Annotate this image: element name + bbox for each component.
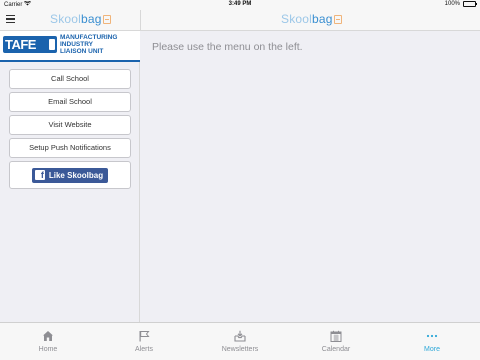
setup-push-notifications-button[interactable]: Setup Push Notifications bbox=[9, 138, 131, 158]
more-dots-icon bbox=[426, 334, 438, 338]
logo-text-bag: bag bbox=[81, 12, 102, 26]
tab-bar: Home Alerts Newsletters Calendar More bbox=[0, 322, 480, 360]
flag-icon bbox=[139, 331, 150, 342]
facebook-like-label: Like Skoolbag bbox=[48, 170, 104, 180]
sidebar: TAFE MANUFACTURING INDUSTRY LIAISON UNIT… bbox=[0, 31, 140, 322]
facebook-like-card: f Like Skoolbag bbox=[9, 161, 131, 189]
tab-alerts[interactable]: Alerts bbox=[96, 323, 192, 360]
battery-icon bbox=[463, 1, 477, 7]
skoolbag-logo-left: Skoolbag bbox=[50, 12, 111, 26]
tab-more[interactable]: More bbox=[384, 323, 480, 360]
tab-label: Home bbox=[38, 346, 58, 353]
navigation-bar: Skoolbag Skoolbag bbox=[0, 10, 480, 31]
tab-label: More bbox=[424, 346, 440, 353]
tab-label: Alerts bbox=[135, 346, 153, 353]
notebook-icon bbox=[333, 15, 342, 24]
call-school-button[interactable]: Call School bbox=[9, 69, 131, 89]
visit-website-button[interactable]: Visit Website bbox=[9, 115, 131, 135]
tafe-logo-text: TAFE bbox=[5, 37, 36, 52]
battery-percent: 100% bbox=[444, 1, 460, 7]
logo-text-bag: bag bbox=[312, 12, 333, 26]
newsletter-tray-icon bbox=[234, 330, 246, 342]
hamburger-menu-button[interactable] bbox=[6, 13, 18, 25]
tab-newsletters[interactable]: Newsletters bbox=[192, 323, 288, 360]
school-name-line: INDUSTRY bbox=[60, 41, 93, 49]
hamburger-icon-line bbox=[6, 18, 15, 20]
tab-label: Newsletters bbox=[221, 346, 259, 353]
split-divider bbox=[140, 10, 141, 31]
sidebar-menu: Call School Email School Visit Website S… bbox=[9, 69, 131, 189]
school-name-line: MANUFACTURING bbox=[60, 34, 118, 41]
skoolbag-logo-right: Skoolbag bbox=[281, 12, 342, 26]
notebook-icon bbox=[102, 15, 111, 24]
hamburger-icon bbox=[6, 14, 15, 17]
main-content: Please use the menu on the left. bbox=[141, 31, 480, 322]
clock: 3:49 PM bbox=[228, 1, 252, 7]
tab-label: Calendar bbox=[321, 346, 351, 353]
tab-calendar[interactable]: Calendar bbox=[288, 323, 384, 360]
home-icon bbox=[43, 331, 53, 341]
school-banner: TAFE MANUFACTURING INDUSTRY LIAISON UNIT bbox=[0, 31, 140, 62]
status-bar: Carrier 3:49 PM 100% bbox=[0, 0, 480, 10]
hamburger-icon-line bbox=[6, 21, 15, 24]
calendar-icon bbox=[330, 330, 342, 342]
logo-text-skool: Skool bbox=[281, 12, 313, 26]
school-name-line: LIAISON UNIT bbox=[60, 48, 104, 56]
logo-text-skool: Skool bbox=[50, 12, 82, 26]
battery-indicator: 100% bbox=[444, 1, 477, 7]
tab-home[interactable]: Home bbox=[0, 323, 96, 360]
email-school-button[interactable]: Email School bbox=[9, 92, 131, 112]
school-name: MANUFACTURING INDUSTRY LIAISON UNIT bbox=[60, 34, 117, 56]
facebook-icon: f bbox=[34, 170, 45, 180]
tafe-logo: TAFE bbox=[3, 36, 57, 53]
placeholder-message: Please use the menu on the left. bbox=[152, 41, 303, 53]
facebook-like-button[interactable]: f Like Skoolbag bbox=[31, 167, 109, 183]
nsw-emblem-icon bbox=[49, 39, 55, 50]
